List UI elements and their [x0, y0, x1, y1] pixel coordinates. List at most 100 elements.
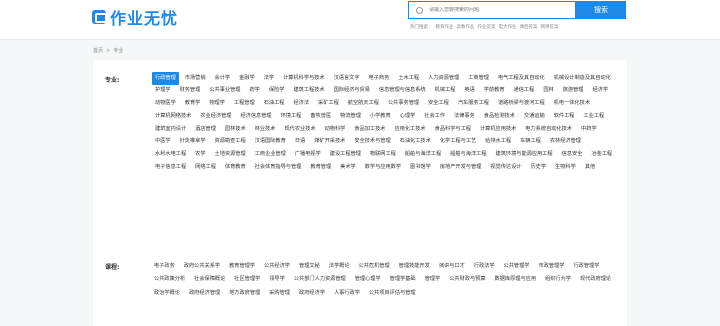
major-tag[interactable]: 畜牧兽医 — [307, 110, 334, 123]
major-tag[interactable]: 安全技术与管理 — [351, 136, 393, 149]
major-tag[interactable]: 石油化工技术 — [397, 136, 434, 149]
major-tag[interactable]: 机电一体化技术 — [551, 98, 593, 111]
major-tag[interactable]: 汉语言文字 — [331, 72, 363, 85]
course-tag[interactable]: 公共管理学 — [502, 259, 532, 273]
course-tag[interactable]: 公共经济学 — [262, 259, 292, 273]
course-tag[interactable]: 政府经济管理 — [187, 286, 222, 300]
major-tag[interactable]: 环境工程 — [278, 110, 305, 123]
major-tag[interactable]: 公共事业管理 — [206, 85, 243, 98]
major-tag[interactable]: 资源勘查工程 — [212, 136, 249, 149]
major-tag[interactable]: 建筑环境与能源应用工程 — [493, 149, 556, 162]
major-tag[interactable]: 美术学 — [337, 162, 359, 175]
major-tag[interactable]: 房地产开发与管理 — [437, 162, 485, 175]
course-tag[interactable]: 政府经济学 — [297, 286, 327, 300]
major-tag[interactable]: 食品加工技术 — [351, 123, 388, 136]
course-tag[interactable]: 公共危机管理 — [357, 259, 392, 273]
major-tag[interactable]: 园林技术 — [222, 123, 249, 136]
major-tag[interactable]: 教育管理 — [307, 162, 334, 175]
major-tag[interactable]: 体育教育 — [222, 162, 249, 175]
course-tag[interactable]: 现代政府理论 — [578, 273, 613, 287]
course-tag[interactable]: 地方政府管理 — [227, 286, 262, 300]
hot-search-item[interactable]: 高数作业 — [457, 25, 475, 30]
major-tag[interactable]: 林业技术 — [252, 123, 279, 136]
major-tag[interactable]: 视觉传达设计 — [487, 162, 524, 175]
course-tag[interactable]: 教育管理学 — [227, 259, 257, 273]
major-tag[interactable]: 船舶与海洋工程 — [447, 149, 489, 162]
major-tag[interactable]: 经济学 — [589, 85, 611, 98]
hot-search-item[interactable]: 网课答案 — [541, 25, 559, 30]
major-tag[interactable]: 心理学 — [397, 110, 419, 123]
course-tag[interactable]: 市政管理学 — [536, 259, 566, 273]
course-tag[interactable]: 公共政策分析 — [152, 273, 187, 287]
major-tag[interactable]: 航空航天工程 — [345, 98, 382, 111]
major-tag[interactable]: 土木工程 — [395, 72, 422, 85]
major-tag[interactable]: 物流管理 — [337, 110, 364, 123]
major-tag[interactable]: 金融学 — [236, 72, 258, 85]
major-tag[interactable]: 交通运输 — [521, 110, 548, 123]
major-tag[interactable]: 经济法 — [290, 98, 312, 111]
major-tag[interactable]: 针灸推拿学 — [177, 136, 209, 149]
major-tag[interactable]: 车辆工程 — [517, 136, 544, 149]
major-tag[interactable]: 机械工程 — [432, 85, 459, 98]
major-tag[interactable]: 物理学 — [206, 98, 228, 111]
major-tag[interactable]: 计算机应用技术 — [477, 123, 519, 136]
search-input[interactable] — [429, 7, 569, 13]
major-tag[interactable]: 社会工作 — [421, 110, 448, 123]
course-tag[interactable]: 政治学概论 — [152, 286, 182, 300]
major-tag[interactable]: 市场营销 — [182, 72, 209, 85]
course-tag[interactable]: 政府公共关系学 — [182, 259, 222, 273]
major-tag[interactable]: 煤矿开采技术 — [311, 136, 348, 149]
major-tag[interactable]: 公共事务管理 — [385, 98, 422, 111]
major-tag[interactable]: 土地资源管理 — [212, 149, 249, 162]
major-tag[interactable]: 动物医学 — [152, 98, 179, 111]
major-tag[interactable]: 计算机网络技术 — [152, 110, 194, 123]
major-tag[interactable]: 食品科学与工程 — [432, 123, 474, 136]
search-button[interactable]: 搜索 — [576, 1, 626, 19]
major-tag[interactable]: 教育学 — [182, 98, 204, 111]
major-tag[interactable]: 园林 — [540, 85, 556, 98]
course-tag[interactable]: 社区管理学 — [232, 273, 262, 287]
course-tag[interactable]: 公共项目评估与管理 — [367, 286, 418, 300]
major-tag[interactable]: 农业经济管理 — [197, 110, 234, 123]
major-tag[interactable]: 学前教育 — [481, 85, 508, 98]
major-tag[interactable]: 建设工程管理 — [327, 149, 364, 162]
major-tag[interactable]: 汽车服务工程 — [455, 98, 492, 111]
course-tag[interactable]: 公共财政与预算 — [447, 273, 487, 287]
course-tag[interactable]: 领导学 — [267, 273, 287, 287]
major-tag[interactable]: 日语 — [292, 136, 308, 149]
major-tag[interactable]: 人力资源管理 — [425, 72, 462, 85]
course-tag[interactable]: 法学概论 — [327, 259, 352, 273]
course-tag[interactable]: 行政法学 — [472, 259, 497, 273]
major-tag[interactable]: 历史学 — [527, 162, 549, 175]
major-tag[interactable]: 其他 — [582, 162, 598, 175]
major-tag[interactable]: 建筑室内设计 — [152, 123, 189, 136]
hot-search-item[interactable]: 课后答案 — [520, 25, 538, 30]
course-tag[interactable]: 电子政务 — [152, 259, 177, 273]
major-tag[interactable]: 社会体育指导与管理 — [252, 162, 305, 175]
major-tag[interactable]: 法律事务 — [451, 110, 478, 123]
major-tag[interactable]: 酒店管理 — [192, 123, 219, 136]
course-tag[interactable]: 公共部门人力资源管理 — [292, 273, 348, 287]
major-tag[interactable]: 给排水工程 — [482, 136, 514, 149]
major-tag[interactable]: 应用化工技术 — [391, 123, 428, 136]
major-tag[interactable]: 工程管理 — [231, 98, 258, 111]
major-tag[interactable]: 工商企业管理 — [252, 149, 289, 162]
major-tag[interactable]: 信息安全 — [559, 149, 586, 162]
major-tag[interactable]: 电子商务 — [366, 72, 393, 85]
major-tag[interactable]: 电子信息工程 — [152, 162, 189, 175]
major-tag[interactable]: 计算机科学与技术 — [280, 72, 328, 85]
major-tag[interactable]: 经济信息管理 — [237, 110, 274, 123]
major-tag[interactable]: 汉语国际教育 — [252, 136, 289, 149]
hot-search-item[interactable]: 教育作业 — [436, 25, 454, 30]
major-tag[interactable]: 冶金工程 — [588, 149, 615, 162]
major-tag[interactable]: 会计学 — [212, 72, 234, 85]
major-tag[interactable]: 护理学 — [152, 85, 174, 98]
major-tag[interactable]: 行政管理 — [152, 72, 179, 85]
major-tag[interactable]: 旅游管理 — [560, 85, 587, 98]
major-tag[interactable]: 中医学 — [152, 136, 174, 149]
site-logo[interactable]: 作业无忧 — [92, 5, 178, 29]
course-tag[interactable]: 人事行政学 — [332, 286, 362, 300]
major-tag[interactable]: 农学 — [192, 149, 208, 162]
major-tag[interactable]: 药学 — [246, 85, 262, 98]
major-tag[interactable]: 信息管理与信息系统 — [376, 85, 429, 98]
